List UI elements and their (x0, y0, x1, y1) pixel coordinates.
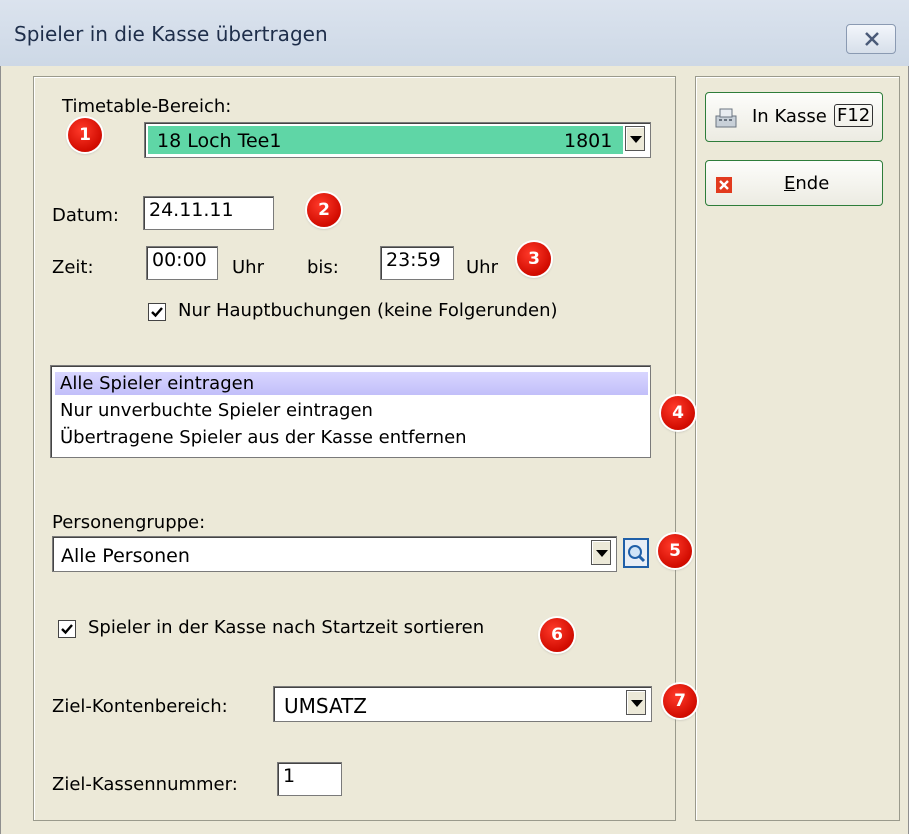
sort-by-start-label: Spieler in der Kasse nach Startzeit sort… (88, 617, 485, 638)
chevron-down-icon[interactable] (591, 540, 611, 565)
badge-2: 2 (307, 193, 341, 227)
chevron-down-icon[interactable] (625, 126, 645, 151)
transfer-to-register-button[interactable]: In Kasse F12 (705, 92, 883, 142)
end-button[interactable]: Ende (705, 160, 883, 206)
target-account-label: Ziel-Kontenbereich: (52, 696, 228, 717)
list-item[interactable]: Übertragene Spieler aus der Kasse entfer… (60, 427, 467, 448)
target-register-label: Ziel-Kassennummer: (52, 774, 238, 795)
timetable-code: 1801 (564, 130, 613, 152)
badge-6: 6 (540, 618, 574, 652)
time-label: Zeit: (52, 257, 94, 278)
badge-1: 1 (68, 118, 102, 152)
main-bookings-label: Nur Hauptbuchungen (keine Folgerunden) (178, 300, 558, 321)
target-register-input[interactable]: 1 (277, 762, 342, 796)
target-account-value: UMSATZ (284, 694, 368, 718)
chevron-down-icon[interactable] (626, 690, 646, 715)
close-button[interactable] (846, 24, 896, 54)
badge-4: 4 (661, 396, 695, 430)
cash-register-icon (715, 108, 737, 128)
time-to-label: bis: (307, 257, 339, 278)
checkmark-icon (61, 624, 73, 635)
timetable-label: Timetable-Bereich: (62, 96, 232, 117)
time-to-input[interactable]: 23:59 (380, 246, 454, 280)
close-icon (865, 32, 879, 46)
person-group-label: Personengruppe: (52, 512, 206, 533)
badge-3: 3 (517, 242, 551, 276)
checkmark-icon (151, 307, 163, 318)
date-input[interactable]: 24.11.11 (143, 196, 274, 230)
person-group-value: Alle Personen (61, 545, 190, 567)
timetable-select[interactable]: 18 Loch Tee1 1801 (144, 122, 651, 158)
person-group-search-button[interactable] (623, 538, 649, 568)
person-group-select[interactable]: Alle Personen (52, 536, 617, 572)
shortcut-badge: F12 (834, 104, 874, 127)
sort-by-start-checkbox[interactable] (58, 620, 76, 638)
list-item[interactable]: Alle Spieler eintragen (60, 373, 254, 394)
transfer-button-label: In Kasse (752, 106, 827, 127)
timetable-name: 18 Loch Tee1 (157, 130, 282, 152)
time-unit-label-2: Uhr (466, 257, 498, 278)
end-button-label: Ende (784, 173, 830, 194)
badge-7: 7 (663, 684, 697, 718)
main-bookings-checkbox[interactable] (148, 303, 166, 321)
date-label: Datum: (52, 205, 119, 226)
window-title: Spieler in die Kasse übertragen (14, 22, 328, 46)
list-item[interactable]: Nur unverbuchte Spieler eintragen (60, 400, 373, 421)
badge-5: 5 (658, 534, 692, 568)
time-unit-label: Uhr (232, 257, 264, 278)
time-from-input[interactable]: 00:00 (146, 246, 218, 280)
search-icon (628, 545, 646, 563)
transfer-mode-list[interactable]: Alle Spieler eintragen Nur unverbuchte S… (50, 365, 651, 458)
target-account-select[interactable]: UMSATZ (273, 686, 652, 722)
red-x-icon (716, 177, 732, 193)
